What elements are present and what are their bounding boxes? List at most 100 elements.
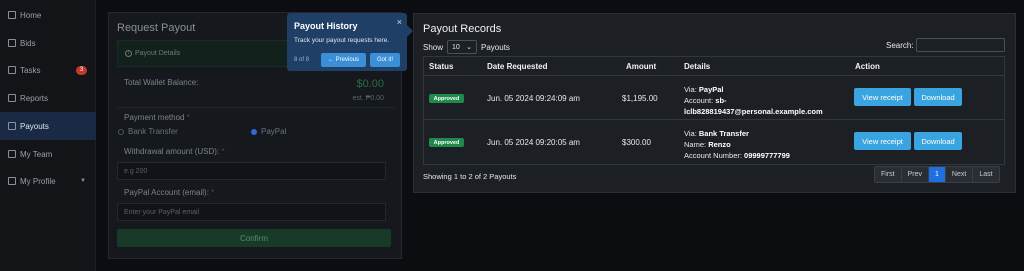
- sidebar-item-label: My Profile: [20, 176, 56, 186]
- payout-records-title: Payout Records: [423, 23, 502, 35]
- pagination-last[interactable]: Last: [973, 167, 999, 182]
- reports-icon: [8, 94, 16, 102]
- radio-dot: [118, 128, 124, 135]
- confirm-button[interactable]: Confirm: [117, 229, 391, 247]
- download-button[interactable]: Download: [914, 88, 962, 106]
- tour-popover: Payout History × Track your payout reque…: [287, 13, 413, 71]
- status-badge: Approved: [429, 94, 464, 103]
- payout-details: Via: PayPal Account: sb- lclb828819437@p…: [684, 84, 823, 117]
- request-payout-title: Request Payout: [117, 22, 196, 34]
- sidebar-item-label: Bids: [20, 38, 36, 48]
- via-label: Via:: [684, 129, 697, 138]
- pagination-first[interactable]: First: [875, 167, 902, 182]
- download-button[interactable]: Download: [914, 132, 962, 150]
- sidebar-item-label: Tasks: [20, 65, 41, 75]
- details-line: Account Number: 09999777799: [684, 150, 790, 161]
- chevron-down-icon: ⌄: [466, 44, 473, 51]
- entries-select[interactable]: 10 ⌄: [447, 40, 478, 54]
- account-label: Account:: [684, 96, 714, 105]
- required-mark: *: [186, 113, 190, 122]
- paypal-email-field[interactable]: Enter your PayPal email: [117, 203, 386, 221]
- radio-bank-transfer[interactable]: Bank Transfer: [118, 127, 178, 136]
- tour-got-it-button[interactable]: Got it!: [370, 53, 400, 67]
- wallet-balance-estimate: est. ₱0.00: [352, 95, 384, 102]
- sidebar-item-tasks[interactable]: Tasks 3: [0, 56, 96, 84]
- account-number-value: 09999777799: [744, 151, 790, 160]
- column-header-details[interactable]: Details: [684, 62, 710, 71]
- sidebar-item-label: My Team: [20, 149, 53, 159]
- via-value: Bank Transfer: [698, 129, 749, 138]
- tour-body: Track your payout requests here.: [294, 37, 390, 44]
- divider: [117, 107, 394, 108]
- sidebar-item-label: Payouts: [20, 121, 49, 131]
- payout-records-panel: Payout Records Show 10 ⌄ Payouts Search:…: [413, 13, 1016, 193]
- payout-details: Via: Bank Transfer Name: Renzo Account N…: [684, 128, 790, 161]
- wallet-balance-amount: $0.00: [356, 78, 384, 90]
- show-suffix: Payouts: [481, 42, 510, 52]
- search-label: Search:: [886, 41, 914, 50]
- withdrawal-amount-label: Withdrawal amount (USD): *: [124, 147, 225, 156]
- details-line: Via: Bank Transfer: [684, 128, 790, 139]
- pagination-prev[interactable]: Prev: [901, 167, 930, 182]
- entries-select-value: 10: [452, 43, 460, 51]
- wallet-balance-label: Total Wallet Balance:: [124, 78, 199, 87]
- table-info: Showing 1 to 2 of 2 Payouts: [423, 172, 517, 181]
- sidebar-item-home[interactable]: Home: [0, 1, 96, 29]
- via-value: PayPal: [698, 85, 724, 94]
- column-header-action: Action: [855, 62, 880, 71]
- search-input[interactable]: [916, 38, 1005, 52]
- payouts-icon: [8, 122, 16, 130]
- payment-method-label-text: Payment method: [124, 113, 185, 122]
- amount: $1,195.00: [622, 94, 658, 103]
- column-header-date[interactable]: Date Requested: [487, 62, 547, 71]
- details-line: Account: sb-: [684, 95, 823, 106]
- account-value-cont: lclb828819437@personal.example.com: [684, 107, 823, 116]
- via-label: Via:: [684, 85, 697, 94]
- home-icon: [8, 11, 16, 19]
- required-mark: *: [221, 147, 225, 156]
- radio-bank-transfer-label: Bank Transfer: [128, 127, 178, 136]
- pagination-page-1[interactable]: 1: [929, 167, 946, 182]
- sidebar-item-label: Home: [20, 10, 42, 20]
- column-header-status[interactable]: Status: [429, 62, 453, 71]
- sidebar-item-my-profile[interactable]: My Profile ▼: [0, 167, 96, 195]
- close-icon[interactable]: ×: [397, 17, 402, 27]
- payout-details-label: Payout Details: [135, 50, 181, 57]
- paypal-account-label: PayPal Account (email): *: [124, 188, 214, 197]
- radio-paypal[interactable]: PayPal: [251, 127, 286, 136]
- account-number-label: Account Number:: [684, 151, 742, 160]
- required-mark: *: [211, 188, 215, 197]
- tour-step-counter: 8 of 8: [294, 57, 310, 63]
- account-value: sb-: [715, 96, 727, 105]
- pagination-next[interactable]: Next: [945, 167, 974, 182]
- entries-length-control: Show 10 ⌄ Payouts: [423, 40, 510, 54]
- tour-title: Payout History: [294, 21, 358, 31]
- payment-method-label: Payment method *: [124, 113, 190, 122]
- tour-previous-button[interactable]: ← Previous: [321, 53, 366, 67]
- radio-dot: [251, 128, 257, 135]
- info-icon: i: [125, 50, 132, 57]
- pagination: First Prev 1 Next Last: [874, 166, 1000, 183]
- amount: $300.00: [622, 138, 651, 147]
- show-label: Show: [423, 42, 444, 52]
- date-requested: Jun. 05 2024 09:20:05 am: [487, 138, 580, 147]
- withdrawal-amount-field[interactable]: e.g 200: [117, 162, 386, 180]
- tasks-count-badge: 3: [76, 65, 87, 75]
- table-row: Approved Jun. 05 2024 09:20:05 am $300.0…: [424, 120, 1004, 164]
- status-badge: Approved: [429, 138, 464, 147]
- sidebar-item-my-team[interactable]: My Team: [0, 140, 96, 168]
- paypal-account-label-text: PayPal Account (email):: [124, 188, 209, 197]
- view-receipt-button[interactable]: View receipt: [854, 88, 911, 106]
- column-header-amount[interactable]: Amount: [626, 62, 656, 71]
- sidebar-item-reports[interactable]: Reports: [0, 84, 96, 112]
- team-icon: [8, 150, 16, 158]
- view-receipt-button[interactable]: View receipt: [854, 132, 911, 150]
- table-row: Approved Jun. 05 2024 09:24:09 am $1,195…: [424, 76, 1004, 120]
- tasks-icon: [8, 66, 16, 74]
- bids-icon: [8, 39, 16, 47]
- radio-paypal-label: PayPal: [261, 127, 287, 136]
- sidebar-item-bids[interactable]: Bids: [0, 29, 96, 57]
- details-line: lclb828819437@personal.example.com: [684, 106, 823, 117]
- sidebar-item-payouts[interactable]: Payouts: [0, 112, 96, 140]
- withdrawal-amount-label-text: Withdrawal amount (USD):: [124, 147, 220, 156]
